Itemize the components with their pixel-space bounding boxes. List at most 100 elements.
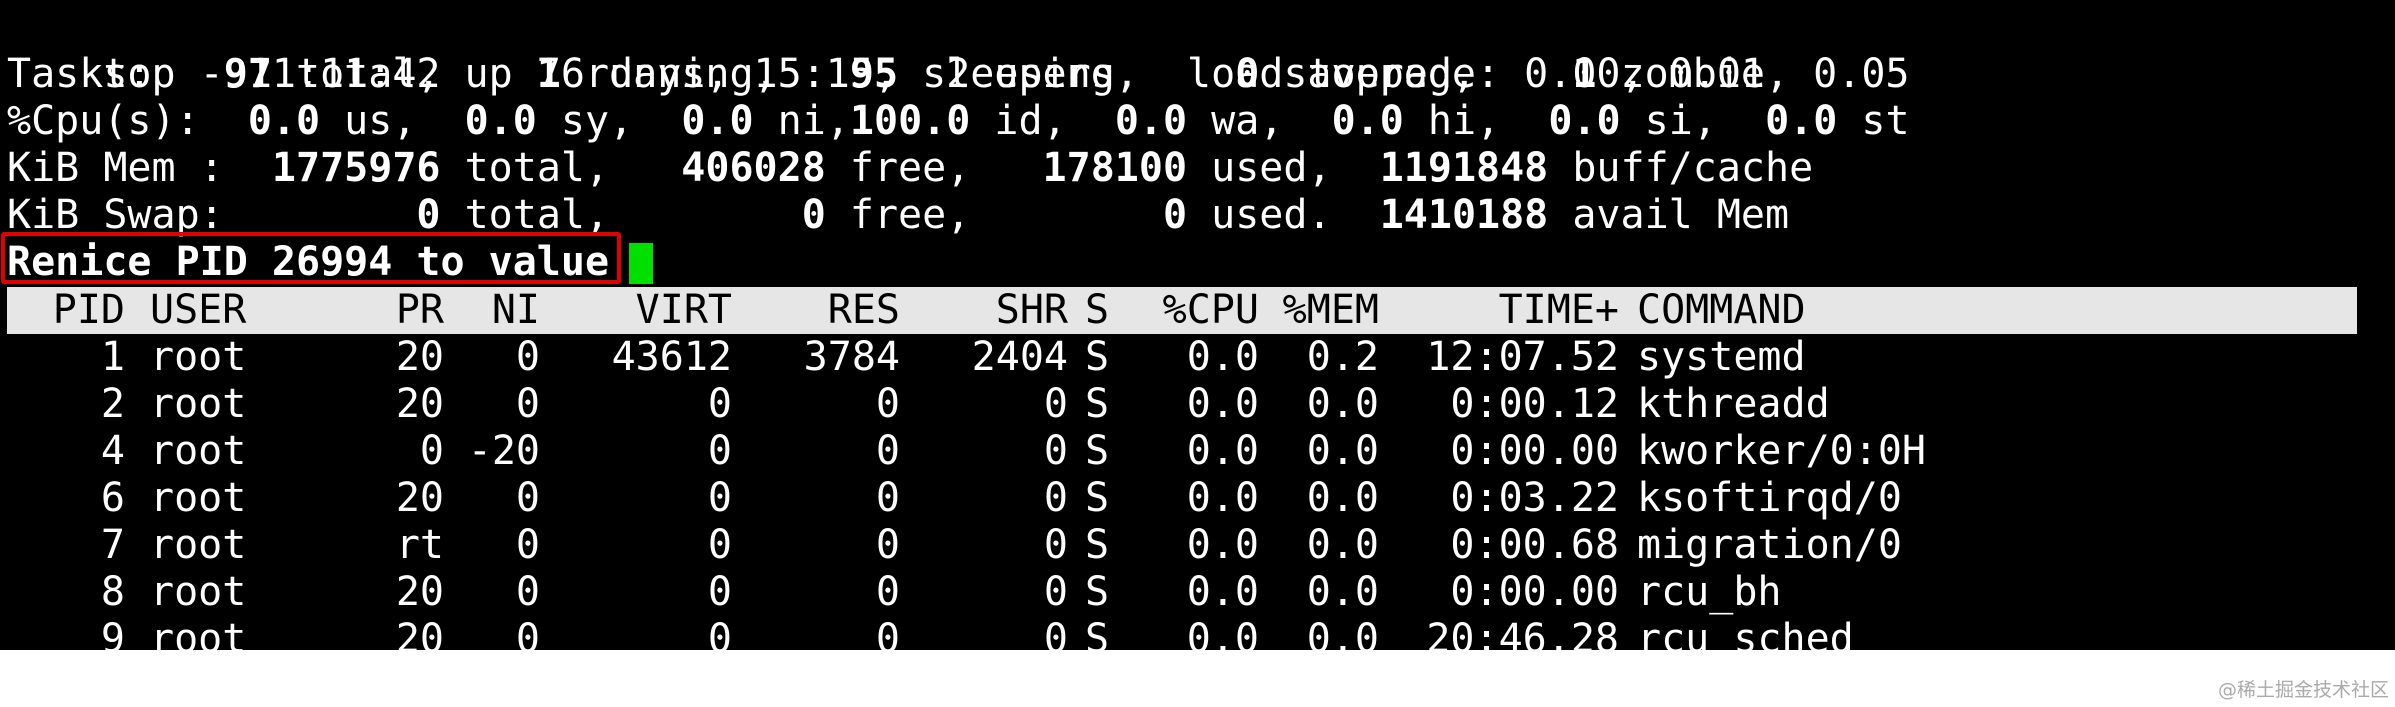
column-header-virt[interactable]: VIRT (540, 287, 732, 334)
cell-time: 20:46.28 (1426, 616, 1619, 650)
table-row[interactable]: 4 root 0 -20 0 0 0 S 0.0 0.0 0:00.00 kworker/0:0H (7, 428, 2357, 475)
cell-cpu: 0.0 (1186, 475, 1259, 521)
column-header-res[interactable]: RES (732, 287, 900, 334)
cpu-wa: 0.0 (1090, 98, 1188, 144)
cell-pr: 20 (395, 381, 444, 427)
cell-pr: 20 (395, 569, 444, 615)
cell-command: systemd (1637, 334, 1806, 380)
cpu-ni: 0.0 (657, 98, 754, 144)
column-header-cpu[interactable]: %CPU (1115, 287, 1259, 334)
cell-shr: 0 (1043, 428, 1068, 474)
table-row[interactable]: 9 root 20 0 0 0 0 S 0.0 0.0 20:46.28 rcu_sched (7, 616, 2357, 650)
cell-virt: 0 (707, 616, 732, 650)
cell-pid: 2 (100, 381, 125, 427)
column-header-time[interactable]: TIME+ (1379, 287, 1619, 334)
cell-time: 0:00.68 (1450, 522, 1619, 568)
tasks-total-label: total, (271, 51, 465, 97)
cell-command: kworker/0:0H (1637, 428, 1926, 474)
cell-virt: 43612 (611, 334, 732, 380)
cell-ni: 0 (515, 616, 540, 650)
table-row[interactable]: 7 root rt 0 0 0 0 S 0.0 0.0 0:00.68 migration/0 (7, 522, 2357, 569)
table-row[interactable]: 1 root 20 0 43612 3784 2404 S 0.0 0.2 12:07.52 syst… (7, 334, 2357, 381)
mem-label: KiB Mem : (7, 145, 248, 191)
swap-free: 0 (633, 192, 826, 238)
cell-ni: 0 (515, 381, 540, 427)
cell-s: S (1085, 334, 1110, 380)
cell-pid: 7 (100, 522, 125, 568)
cpu-us: 0.0 (223, 98, 321, 144)
mem-used: 178100 (994, 145, 1188, 191)
cell-mem: 0.0 (1306, 616, 1379, 650)
cell-s: S (1085, 475, 1110, 521)
column-header-s[interactable]: S (1085, 287, 1115, 334)
cell-mem: 0.0 (1306, 569, 1379, 615)
swap-avail-label: avail Mem (1548, 192, 1790, 238)
cell-pid: 6 (100, 475, 125, 521)
cell-shr: 2404 (971, 334, 1068, 380)
cell-res: 3784 (803, 334, 900, 380)
cell-time: 0:03.22 (1450, 475, 1619, 521)
column-header-pid[interactable]: PID (7, 287, 125, 334)
cell-s: S (1085, 381, 1110, 427)
mem-total-label: total, (440, 145, 634, 191)
cell-s: S (1085, 616, 1110, 650)
cell-time: 0:00.00 (1450, 569, 1619, 615)
cell-command: kthreadd (1637, 381, 1830, 427)
cell-ni: 0 (515, 522, 540, 568)
column-header-mem[interactable]: %MEM (1259, 287, 1379, 334)
cell-virt: 0 (707, 569, 732, 615)
watermark: @稀土掘金技术社区 (2217, 679, 2389, 701)
table-row[interactable]: 8 root 20 0 0 0 0 S 0.0 0.0 0:00.00 rcu_bh (7, 569, 2357, 616)
tasks-stopped: 0 (1162, 51, 1260, 97)
cell-shr: 0 (1043, 569, 1068, 615)
column-header-shr[interactable]: SHR (900, 287, 1068, 334)
table-row[interactable]: 2 root 20 0 0 0 0 S 0.0 0.0 0:00.12 kthreadd (7, 381, 2357, 428)
cell-ni: 0 (515, 334, 540, 380)
mem-free-label: free, (825, 145, 995, 191)
mem-line: KiB Mem : 1775976 total, 406028 free, 17… (7, 145, 1813, 192)
cpu-sy: 0.0 (440, 98, 537, 144)
mem-total: 1775976 (247, 145, 441, 191)
mem-cache: 1191848 (1355, 145, 1549, 191)
column-header-ni[interactable]: NI (444, 287, 540, 334)
tasks-zombie-label: zombie (1596, 51, 1766, 97)
cell-cpu: 0.0 (1186, 522, 1259, 568)
cell-shr: 0 (1043, 522, 1068, 568)
cell-pr: 20 (395, 616, 444, 650)
cell-pr: 20 (395, 334, 444, 380)
cell-mem: 0.0 (1306, 475, 1379, 521)
swap-used: 0 (994, 192, 1188, 238)
cell-mem: 0.0 (1306, 522, 1379, 568)
mem-cache-label: buff/cache (1548, 145, 1814, 191)
cell-ni: -20 (467, 428, 540, 474)
process-table-header: PID USER PR NI VIRT RES SHR S %CPU %MEM … (7, 287, 2357, 334)
cell-cpu: 0.0 (1186, 616, 1259, 650)
cell-s: S (1085, 428, 1110, 474)
cell-pr: rt (395, 522, 444, 568)
cell-s: S (1085, 569, 1110, 615)
cpu-hi: 0.0 (1307, 98, 1404, 144)
cpu-hi-label: hi, (1403, 98, 1525, 144)
swap-label: KiB Swap: (7, 192, 248, 238)
table-row[interactable]: 6 root 20 0 0 0 0 S 0.0 0.0 0:03.22 ksoftirqd/0 (7, 475, 2357, 522)
cell-ni: 0 (515, 475, 540, 521)
cell-ni: 0 (515, 569, 540, 615)
column-header-command[interactable]: COMMAND (1637, 287, 2337, 334)
cell-pr: 20 (395, 475, 444, 521)
cell-time: 0:00.12 (1450, 381, 1619, 427)
cell-cpu: 0.0 (1186, 381, 1259, 427)
cpu-st: 0.0 (1741, 98, 1838, 144)
renice-prompt[interactable]: Renice PID 26994 to value (0, 239, 2395, 286)
cell-shr: 0 (1043, 381, 1068, 427)
cell-pid: 4 (100, 428, 125, 474)
column-header-pr[interactable]: PR (307, 287, 444, 334)
terminal-window[interactable]: top - 11:11:42 up 76 days, 15:15, 2 user… (0, 0, 2395, 650)
cell-time: 0:00.00 (1450, 428, 1619, 474)
tasks-sleeping: 95 (801, 51, 899, 97)
cell-mem: 0.0 (1306, 428, 1379, 474)
tasks-total: 97 (175, 51, 272, 97)
mem-used-label: used, (1187, 145, 1356, 191)
cpu-st-label: st (1837, 98, 1910, 144)
cell-res: 0 (875, 569, 900, 615)
text-cursor[interactable] (629, 243, 653, 284)
